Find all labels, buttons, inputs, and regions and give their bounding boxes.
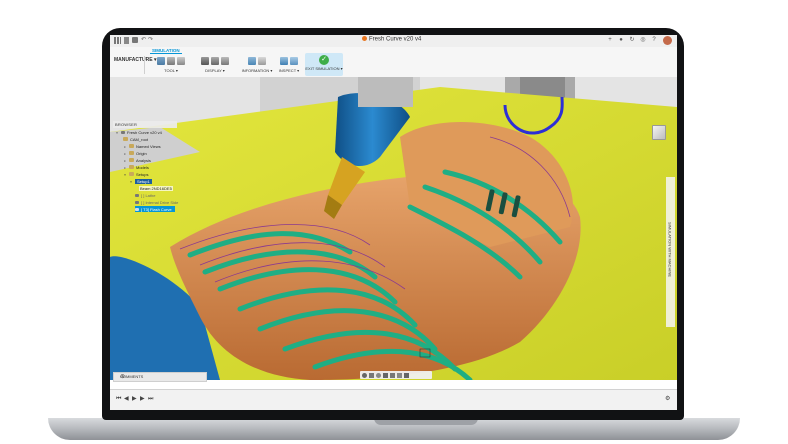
avatar[interactable] [663, 36, 672, 45]
folder-icon [129, 172, 134, 176]
folder-icon [129, 158, 134, 162]
simulation-side-panel[interactable]: SIMULATION WITH MACHINE [666, 177, 675, 327]
exit-simulation-label: EXIT SIMULATION ▾ [305, 66, 343, 71]
visibility-icon[interactable] [135, 200, 139, 204]
app-screen: ↶ ↷ Fresh Curve v20 v4 + ● ↻ ◎ ? MANUFAC… [110, 35, 677, 410]
display-settings-icon[interactable] [390, 372, 395, 378]
refresh-icon[interactable]: ↻ [629, 37, 635, 43]
workspace-switcher[interactable]: MANUFACTURE ▾ [114, 57, 157, 63]
folder-icon [129, 144, 134, 148]
collapse-icon[interactable]: ▿ [123, 172, 127, 177]
add-comment-icon[interactable]: ⊕ [120, 373, 203, 380]
browser-header: BROWSER [113, 121, 177, 128]
display-group[interactable]: DISPLAY ▾ [198, 55, 232, 75]
browser-item[interactable]: ▹ Analysis [123, 157, 151, 163]
browser-item[interactable]: ▿ Fresh Curve v20 v4 [115, 129, 162, 135]
timeline-back-icon[interactable]: ◀ [124, 396, 129, 402]
visibility-icon[interactable] [135, 193, 139, 197]
inspect-group[interactable]: INSPECT ▾ [274, 55, 304, 75]
browser-panel: BROWSER ▿ Fresh Curve v20 v4 CAM_root ▹ Na… [113, 121, 178, 231]
tool-icon [157, 56, 165, 65]
expand-icon[interactable]: ▹ [123, 151, 127, 156]
browser-item[interactable]: ▹ Models [123, 164, 149, 170]
document-icon [362, 36, 367, 41]
browser-item[interactable]: [ ] Lathe [135, 192, 155, 198]
display-group-label: DISPLAY ▾ [205, 68, 225, 73]
file-icon[interactable] [124, 37, 129, 44]
visibility-icon[interactable] [121, 130, 125, 134]
orbit-icon[interactable] [362, 372, 367, 378]
fit-icon[interactable] [383, 372, 388, 378]
add-tab-icon[interactable]: + [607, 37, 613, 43]
browser-item[interactable]: ▹ Origin [123, 150, 147, 156]
information-group-label: INFORMATION ▾ [241, 68, 273, 73]
simulation-scene[interactable] [110, 77, 677, 380]
notification-icon[interactable]: ● [618, 37, 624, 43]
grid-settings-icon[interactable] [397, 372, 402, 378]
check-icon: ✓ [319, 55, 329, 65]
display-stock-icon [211, 56, 219, 65]
measure-icon [280, 56, 288, 65]
timeline-end-icon[interactable]: ⏭ [148, 396, 153, 402]
tool-group[interactable]: TOOL ▾ [154, 55, 188, 75]
expand-icon[interactable]: ▹ [123, 158, 127, 163]
redo-icon[interactable]: ↷ [148, 36, 153, 43]
save-icon[interactable] [132, 37, 138, 43]
tool-holder-icon [167, 56, 175, 65]
expand-icon[interactable]: ▹ [123, 165, 127, 170]
undo-icon[interactable]: ↶ [141, 36, 146, 43]
information-group[interactable]: INFORMATION ▾ [240, 55, 274, 75]
tool-shaft-icon [177, 56, 185, 65]
simulation-side-label: SIMULATION WITH MACHINE [667, 221, 673, 278]
display-part-icon [221, 56, 229, 65]
viewcube[interactable] [652, 125, 666, 140]
collapse-icon[interactable]: ▿ [115, 130, 119, 135]
timeline-settings-icon[interactable]: ⚙ [665, 396, 670, 402]
document-title: Fresh Curve v20 v4 [369, 36, 422, 43]
folder-icon [129, 151, 134, 155]
timeline-bar: ⏮ ◀ ▶ ▶ ⏭ ⚙ [110, 389, 677, 410]
folder-icon [123, 137, 128, 141]
exit-simulation-button[interactable]: ✓ EXIT SIMULATION ▾ [305, 53, 343, 76]
pan-icon[interactable] [369, 372, 374, 378]
timeline-start-icon[interactable]: ⏮ [116, 396, 121, 402]
zoom-icon[interactable] [376, 372, 381, 378]
comments-panel[interactable]: COMMENTS ⊕ [113, 372, 207, 382]
folder-icon [129, 165, 134, 169]
browser-item-setup[interactable]: ▿ Setup1 [129, 178, 152, 184]
statistics-icon [248, 56, 256, 65]
navigation-bar [360, 371, 432, 379]
grid-icon[interactable] [114, 37, 121, 44]
tab-simulation-label: SIMULATION [152, 48, 180, 53]
browser-item[interactable]: [ ] Internal Drive Side [135, 199, 178, 205]
info-table-icon [258, 56, 266, 65]
display-machine-icon [201, 56, 209, 65]
timeline-forward-icon[interactable]: ▶ [140, 396, 145, 402]
browser-item-selected[interactable]: [ T3] Flash Curve [135, 206, 175, 212]
ribbon-toolbar: MANUFACTURE ▾ SIMULATION TOOL ▾ DISPLAY … [110, 47, 677, 78]
collapse-icon[interactable]: ▿ [129, 179, 133, 184]
workspace-label: MANUFACTURE [114, 57, 153, 63]
visibility-icon[interactable] [135, 207, 139, 211]
browser-item[interactable]: ▿ Setups [123, 171, 148, 177]
3d-viewport[interactable]: BROWSER ▿ Fresh Curve v20 v4 CAM_root ▹ Na… [110, 77, 677, 380]
help-icon[interactable]: ? [651, 37, 657, 43]
timeline-play-icon[interactable]: ▶ [132, 396, 137, 402]
browser-item[interactable]: Beam 2ND16DE5 [139, 185, 173, 191]
browser-item[interactable]: CAM_root [123, 136, 148, 142]
bell-icon[interactable]: ◎ [640, 37, 646, 43]
spindle-collar [358, 77, 413, 107]
browser-item[interactable]: ▹ Named Views [123, 143, 161, 149]
tab-simulation[interactable]: SIMULATION [150, 48, 182, 54]
expand-icon[interactable]: ▹ [123, 144, 127, 149]
document-tab[interactable]: Fresh Curve v20 v4 [362, 36, 421, 43]
toolbar-divider [144, 56, 145, 74]
inspect-group-label: INSPECT ▾ [278, 68, 300, 73]
laptop-base [48, 418, 740, 440]
section-icon [290, 56, 298, 65]
viewports-icon[interactable] [404, 372, 409, 378]
tool-group-label: TOOL ▾ [164, 68, 178, 73]
